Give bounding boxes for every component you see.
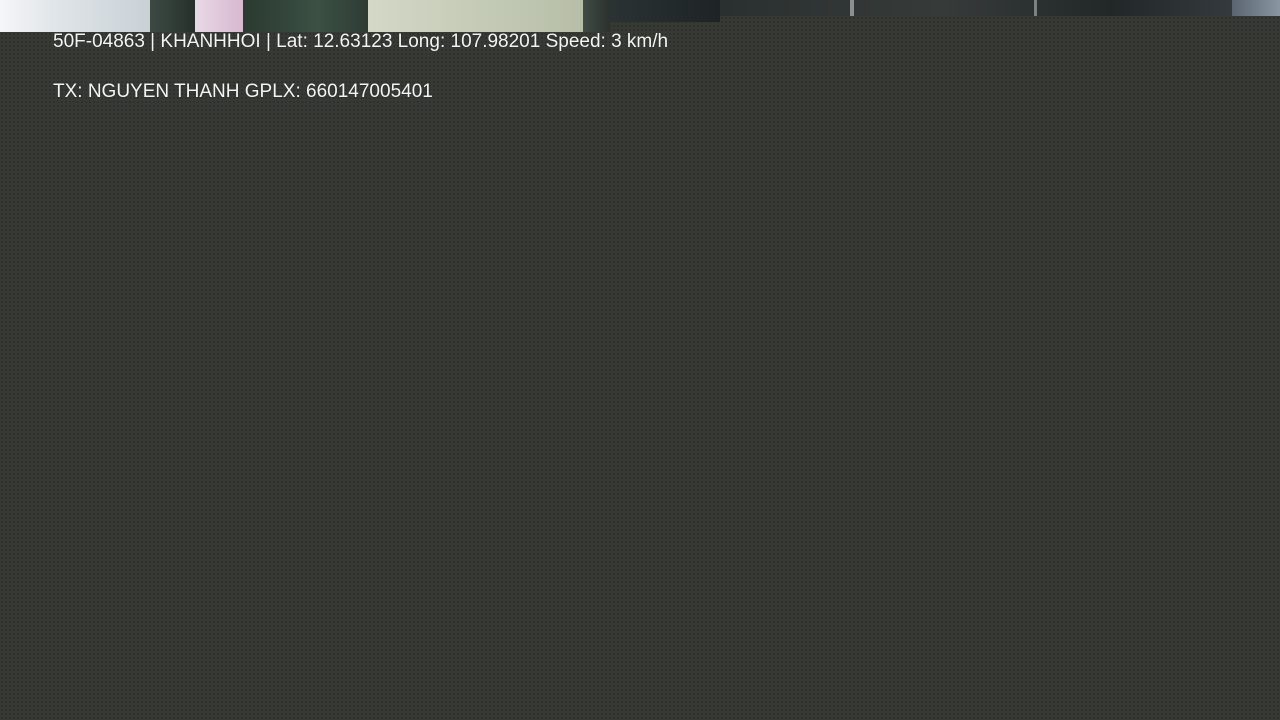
video-segment — [368, 0, 583, 32]
video-segment — [243, 0, 368, 32]
video-segment — [1232, 0, 1280, 16]
video-segment — [0, 0, 150, 32]
video-segment — [850, 0, 854, 16]
vehicle-telemetry-text: 50F-04863 | KHANHHOI | Lat: 12.63123 Lon… — [53, 31, 669, 52]
driver-license-text: TX: NGUYEN THANH GPLX: 660147005401 — [53, 81, 433, 102]
video-segment — [720, 0, 1280, 16]
video-segment — [195, 0, 243, 32]
video-segment — [583, 0, 610, 32]
video-segment — [610, 0, 720, 22]
video-segment — [1034, 0, 1037, 16]
camera-frame: 50F-04863 | KHANHHOI | Lat: 12.63123 Lon… — [0, 0, 1280, 720]
video-segment — [150, 0, 195, 32]
video-image-strip — [0, 0, 1280, 32]
